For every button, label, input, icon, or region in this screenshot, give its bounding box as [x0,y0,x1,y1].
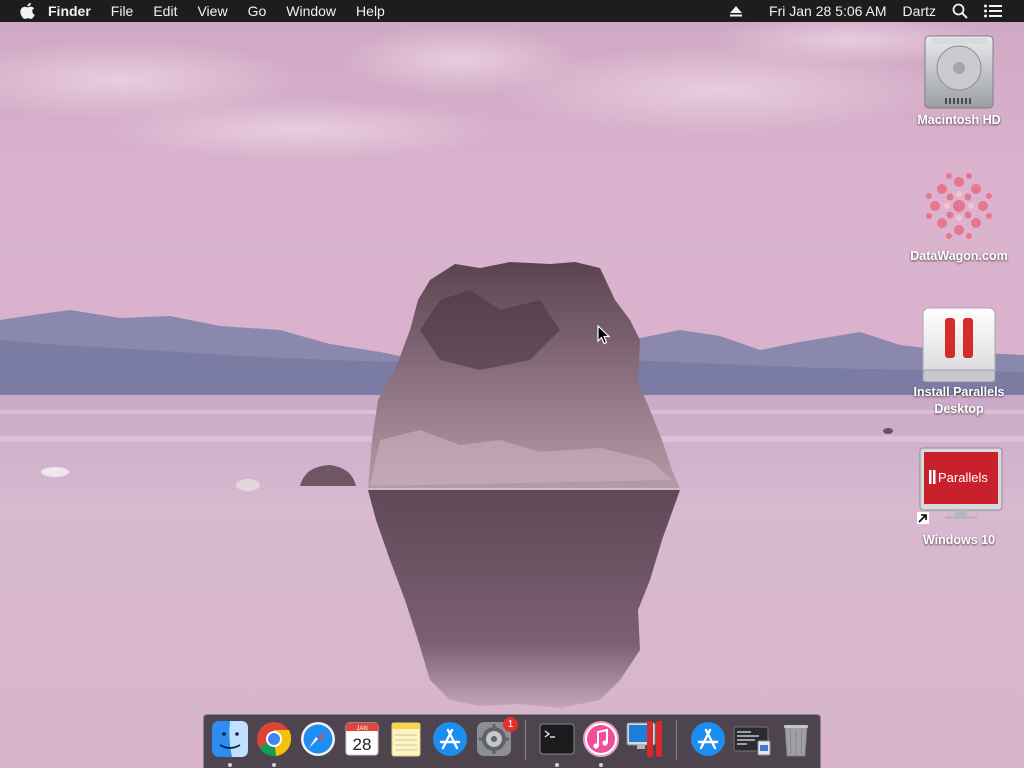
alias-arrow-icon [917,512,929,524]
running-indicator [599,762,603,767]
spotlight-search-icon[interactable] [952,3,968,19]
app-store-icon [433,721,467,756]
terminal-icon [539,723,575,754]
desktop-icon-datawagon[interactable]: DataWagon.com [904,166,1014,265]
menu-bar: Finder File Edit View Go Window Help Fri… [0,0,1024,22]
dock-item-recent-documents[interactable] [732,719,772,759]
menu-help[interactable]: Help [356,3,385,19]
trash-icon [784,724,808,756]
calendar-icon: JAN 28 [345,722,379,755]
dock-item-trash[interactable] [776,719,816,759]
menu-window[interactable]: Window [286,3,336,19]
running-indicator [272,762,276,767]
dock-item-finder[interactable] [210,719,250,767]
parallels-wordmark: Parallels [938,470,988,485]
dock-item-itunes[interactable] [581,719,621,767]
running-indicator [555,762,559,767]
finder-icon [212,720,248,757]
notification-center-icon[interactable] [984,4,1002,18]
datawagon-logo-icon [919,166,999,246]
hard-drive-icon [919,30,999,110]
menu-view[interactable]: View [197,3,227,19]
dock-separator [676,719,677,760]
dock-item-notes[interactable] [386,719,426,759]
user-menu[interactable]: Dartz [903,3,936,19]
dock-item-app-store-downloads[interactable] [688,719,728,759]
mouse-cursor-icon [597,325,611,345]
desktop-icon-label: Install Parallels Desktop [913,385,1005,416]
desktop-icon-macintosh-hd[interactable]: Macintosh HD [904,30,1014,129]
menu-edit[interactable]: Edit [153,3,177,19]
dock-item-calendar[interactable]: JAN 28 [342,719,382,759]
clock[interactable]: Fri Jan 28 5:06 AM [769,3,887,19]
menu-go[interactable]: Go [248,3,267,19]
dock-separator [525,719,526,760]
desktop-icon-install-parallels[interactable]: Install Parallels Desktop [904,302,1014,418]
notes-icon [391,722,421,756]
menu-file[interactable]: File [111,3,134,19]
running-indicator [228,762,232,767]
calendar-day: 28 [353,735,372,754]
parallels-icon [626,720,662,757]
dock: JAN 28 1 [203,714,821,768]
dock-item-app-store[interactable] [430,719,470,759]
eject-icon[interactable] [729,4,743,18]
desktop-icon-label: Macintosh HD [917,113,1001,127]
desktop-wallpaper [0,0,1024,768]
desktop-icon-label: DataWagon.com [910,249,1008,263]
app-store-folder-icon [691,721,725,756]
menu-finder[interactable]: Finder [48,3,91,19]
parallels-vm-icon: Parallels [917,446,1003,526]
parallels-installer-icon [919,302,999,383]
chrome-icon [257,721,292,756]
documents-stack-icon [733,726,771,755]
dock-item-system-preferences[interactable]: 1 [474,716,518,759]
notification-badge: 1 [503,716,518,732]
dock-item-chrome[interactable] [254,719,294,767]
dock-item-terminal[interactable] [537,719,577,767]
dock-item-safari[interactable] [298,719,338,759]
apple-menu-icon[interactable] [18,2,36,20]
safari-icon [301,721,335,756]
desktop-icon-windows-10[interactable]: Parallels Windows 10 [904,446,1014,549]
calendar-month: JAN [356,726,367,732]
dock-item-parallels[interactable] [625,719,665,759]
itunes-icon [583,720,619,757]
desktop-icon-label: Windows 10 [922,533,996,547]
